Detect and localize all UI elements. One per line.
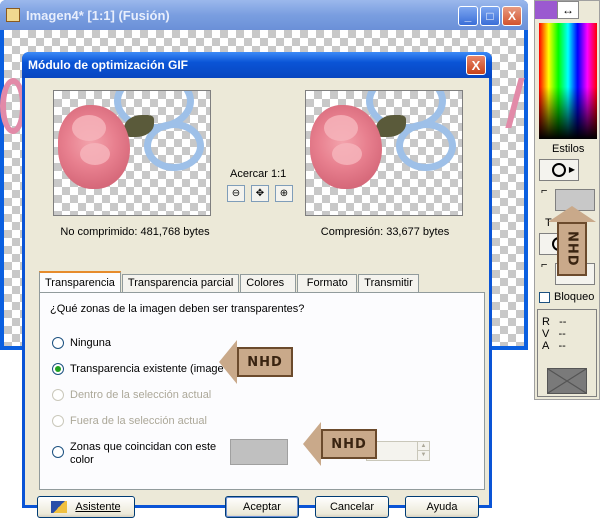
pan-button[interactable]: ✥: [251, 185, 269, 202]
help-button[interactable]: Ayuda: [405, 496, 479, 518]
current-color-swatch[interactable]: [535, 1, 557, 19]
option-transparencia-existente[interactable]: Transparencia existente (image: [52, 363, 224, 375]
minimize-button[interactable]: _: [458, 6, 478, 26]
match-color-swatch[interactable]: [230, 439, 288, 465]
gif-optimizer-dialog: Módulo de optimización GIF X No comprimi…: [22, 52, 492, 518]
option-zonas-color-label: Zonas que coincidan con este: [70, 441, 217, 453]
rgb-readout: R -- V -- A --: [542, 316, 566, 352]
ribbon-shape-2: [144, 121, 204, 171]
option-ninguna-label: Ninguna: [70, 337, 111, 349]
color-spectrum[interactable]: [539, 23, 597, 139]
nhd-watermark-1: NHD: [219, 340, 293, 384]
wizard-icon: [51, 501, 68, 513]
radio-zonas-color[interactable]: [52, 446, 64, 458]
radio-dentro-seleccion: [52, 389, 64, 401]
dialog-title: Módulo de optimización GIF: [28, 58, 188, 72]
rgb-row-a: A --: [542, 340, 566, 352]
option-transparencia-existente-label: Transparencia existente (image: [70, 363, 224, 375]
image-window-titlebar[interactable]: Imagen4* [1:1] (Fusión): [0, 0, 528, 30]
tab-strip: Transparencia Transparencia parcial Colo…: [39, 271, 420, 292]
option-dentro-seleccion-label: Dentro de la selección actual: [70, 389, 212, 401]
option-zonas-color[interactable]: Zonas que coincidan con este color: [52, 441, 216, 467]
option-ninguna[interactable]: Ninguna: [52, 337, 111, 349]
no-style-icon: [552, 163, 566, 177]
radio-ninguna[interactable]: [52, 337, 64, 349]
bloqueo-label: Bloqueo: [554, 291, 595, 303]
canvas-artwork-right: [491, 78, 525, 128]
wizard-button[interactable]: Asistente: [37, 496, 135, 518]
app-icon: [6, 8, 20, 22]
cancel-button[interactable]: Cancelar: [315, 496, 389, 518]
transparency-question: ¿Qué zonas de la imagen deben ser transp…: [50, 303, 305, 315]
nhd-watermark-2: NHD: [303, 422, 377, 466]
dialog-close-button[interactable]: X: [466, 55, 486, 75]
bloqueo-checkbox[interactable]: Bloqueo: [539, 291, 594, 303]
tab-transparencia-parcial[interactable]: Transparencia parcial: [121, 274, 240, 292]
preview-optimized[interactable]: [305, 90, 463, 216]
option-zonas-color-label-2: color: [70, 454, 94, 466]
nhd-watermark-vertical: NHD: [548, 206, 596, 276]
materials-palette: ↔ Estilos ▶ ⌐ T ⌐ Bloqueo R -- V -- A --: [534, 0, 600, 400]
image-window-title: Imagen4* [1:1] (Fusión): [26, 7, 170, 23]
swap-corner-icon-2: ⌐: [541, 259, 548, 271]
ribbon-shape-opt-2: [396, 121, 456, 171]
rgb-row-v: V --: [542, 328, 566, 340]
tab-transmitir[interactable]: Transmitir: [358, 274, 419, 292]
rgb-row-r: R --: [542, 316, 567, 328]
original-size-caption: No comprimido: 481,768 bytes: [60, 226, 210, 238]
swap-corner-icon: ⌐: [541, 185, 548, 197]
spinner-arrows: ▲ ▼: [417, 442, 429, 460]
maximize-button[interactable]: □: [480, 6, 500, 26]
radio-transparencia-existente[interactable]: [52, 363, 64, 375]
tab-transparencia[interactable]: Transparencia: [39, 271, 121, 292]
option-fuera-seleccion: Fuera de la selección actual: [52, 415, 207, 427]
ok-button[interactable]: Aceptar: [225, 496, 299, 518]
swap-colors-icon[interactable]: ↔: [557, 1, 579, 19]
tab-colores[interactable]: Colores: [240, 274, 297, 292]
close-button[interactable]: X: [502, 6, 522, 26]
zoom-in-button[interactable]: ⊕: [275, 185, 293, 202]
transparency-panel: ¿Qué zonas de la imagen deben ser transp…: [39, 292, 485, 490]
color-info-panel: R -- V -- A --: [537, 309, 597, 397]
estilos-label: Estilos: [552, 143, 585, 155]
dropdown-arrow-icon: ▶: [568, 165, 575, 174]
option-fuera-seleccion-label: Fuera de la selección actual: [70, 415, 207, 427]
compressed-size-caption: Compresión: 33,677 bytes: [320, 226, 450, 238]
style-selector[interactable]: ▶: [539, 159, 579, 181]
radio-fuera-seleccion: [52, 415, 64, 427]
option-dentro-seleccion: Dentro de la selección actual: [52, 389, 211, 401]
checkbox-box[interactable]: [539, 291, 550, 303]
zoom-label: Acercar 1:1: [230, 168, 287, 180]
preview-original[interactable]: [53, 90, 211, 216]
dialog-body: No comprimido: 481,768 bytes Acercar 1:1…: [25, 78, 489, 518]
dialog-titlebar[interactable]: Módulo de optimización GIF: [22, 52, 492, 78]
empty-color-box: [547, 368, 587, 394]
rose-shape-opt: [310, 105, 382, 189]
wizard-label: Asistente: [75, 501, 121, 513]
rose-shape: [58, 105, 130, 189]
zoom-out-button[interactable]: ⊖: [227, 185, 245, 202]
tab-formato[interactable]: Formato: [297, 274, 358, 292]
